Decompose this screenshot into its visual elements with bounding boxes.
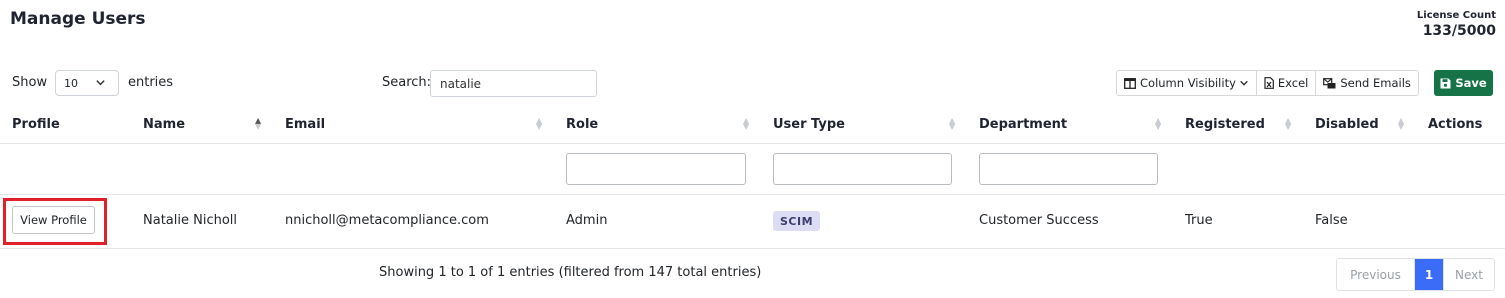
role-filter-input[interactable] xyxy=(566,153,746,185)
pagination: Previous 1 Next xyxy=(1336,258,1495,291)
column-header-profile: Profile xyxy=(12,117,60,132)
column-header-email[interactable]: Email xyxy=(285,117,325,132)
license-count: License Count 133/5000 xyxy=(1417,10,1496,39)
table-info: Showing 1 to 1 of 1 entries (filtered fr… xyxy=(379,265,762,280)
column-visibility-button[interactable]: Column Visibility xyxy=(1117,71,1257,95)
sort-icon: ▲ ▼ xyxy=(1398,116,1405,131)
column-header-registered[interactable]: Registered xyxy=(1185,117,1265,132)
send-emails-button[interactable]: Send Emails xyxy=(1316,71,1418,95)
divider xyxy=(0,248,1505,249)
entries-length-select[interactable]: 10 xyxy=(55,70,119,96)
send-mail-icon xyxy=(1323,77,1336,88)
search-input[interactable] xyxy=(430,70,597,97)
previous-page-button[interactable]: Previous xyxy=(1337,259,1415,290)
chevron-down-icon xyxy=(95,77,106,91)
entries-label: entries xyxy=(128,75,174,90)
sort-icon: ▲ ▼ xyxy=(536,116,543,131)
columns-icon xyxy=(1124,77,1136,89)
excel-button[interactable]: Excel xyxy=(1256,71,1317,95)
sort-icon: ▲ ▼ xyxy=(743,116,750,131)
user-type-badge: SCIM xyxy=(773,211,821,231)
sort-icon: ▲ ▼ xyxy=(1285,116,1292,131)
save-label: Save xyxy=(1455,76,1487,90)
cell-role: Admin xyxy=(566,213,608,228)
cell-department: Customer Success xyxy=(979,213,1099,228)
column-visibility-label: Column Visibility xyxy=(1140,76,1236,90)
search-label: Search: xyxy=(382,75,432,90)
next-page-button[interactable]: Next xyxy=(1443,259,1494,290)
table-tools-group: Column Visibility Excel Send Emails xyxy=(1116,70,1419,96)
show-label: Show xyxy=(12,75,48,90)
sort-icon: ▲ ▼ xyxy=(949,116,956,131)
entries-length-value: 10 xyxy=(64,77,78,90)
column-header-user-type[interactable]: User Type xyxy=(773,117,845,132)
license-count-label: License Count xyxy=(1416,10,1496,21)
cell-name: Natalie Nicholl xyxy=(143,213,238,228)
column-header-name[interactable]: Name xyxy=(143,117,185,132)
cell-email: nnicholl@metacompliance.com xyxy=(285,213,489,228)
view-profile-button[interactable]: View Profile xyxy=(12,206,95,234)
user-type-filter-input[interactable] xyxy=(773,153,952,185)
sort-ascending-icon: ▲ ▼ xyxy=(255,116,262,131)
excel-label: Excel xyxy=(1277,76,1309,90)
sort-icon: ▲ ▼ xyxy=(1155,116,1162,131)
divider xyxy=(0,194,1505,195)
department-filter-input[interactable] xyxy=(979,153,1158,185)
column-header-disabled[interactable]: Disabled xyxy=(1315,117,1379,132)
floppy-disk-icon xyxy=(1440,78,1451,88)
save-button[interactable]: Save xyxy=(1434,70,1493,96)
column-header-role[interactable]: Role xyxy=(566,117,598,132)
page-title: Manage Users xyxy=(10,9,146,29)
send-emails-label: Send Emails xyxy=(1340,76,1411,90)
excel-file-icon xyxy=(1264,77,1274,89)
cell-disabled: False xyxy=(1315,213,1348,228)
column-header-department[interactable]: Department xyxy=(979,117,1067,132)
divider xyxy=(0,143,1505,144)
cell-registered: True xyxy=(1185,213,1213,228)
column-header-actions: Actions xyxy=(1428,117,1483,132)
chevron-down-icon xyxy=(1240,80,1248,86)
page-button-current[interactable]: 1 xyxy=(1415,259,1443,290)
license-count-value: 133/5000 xyxy=(1422,23,1496,39)
